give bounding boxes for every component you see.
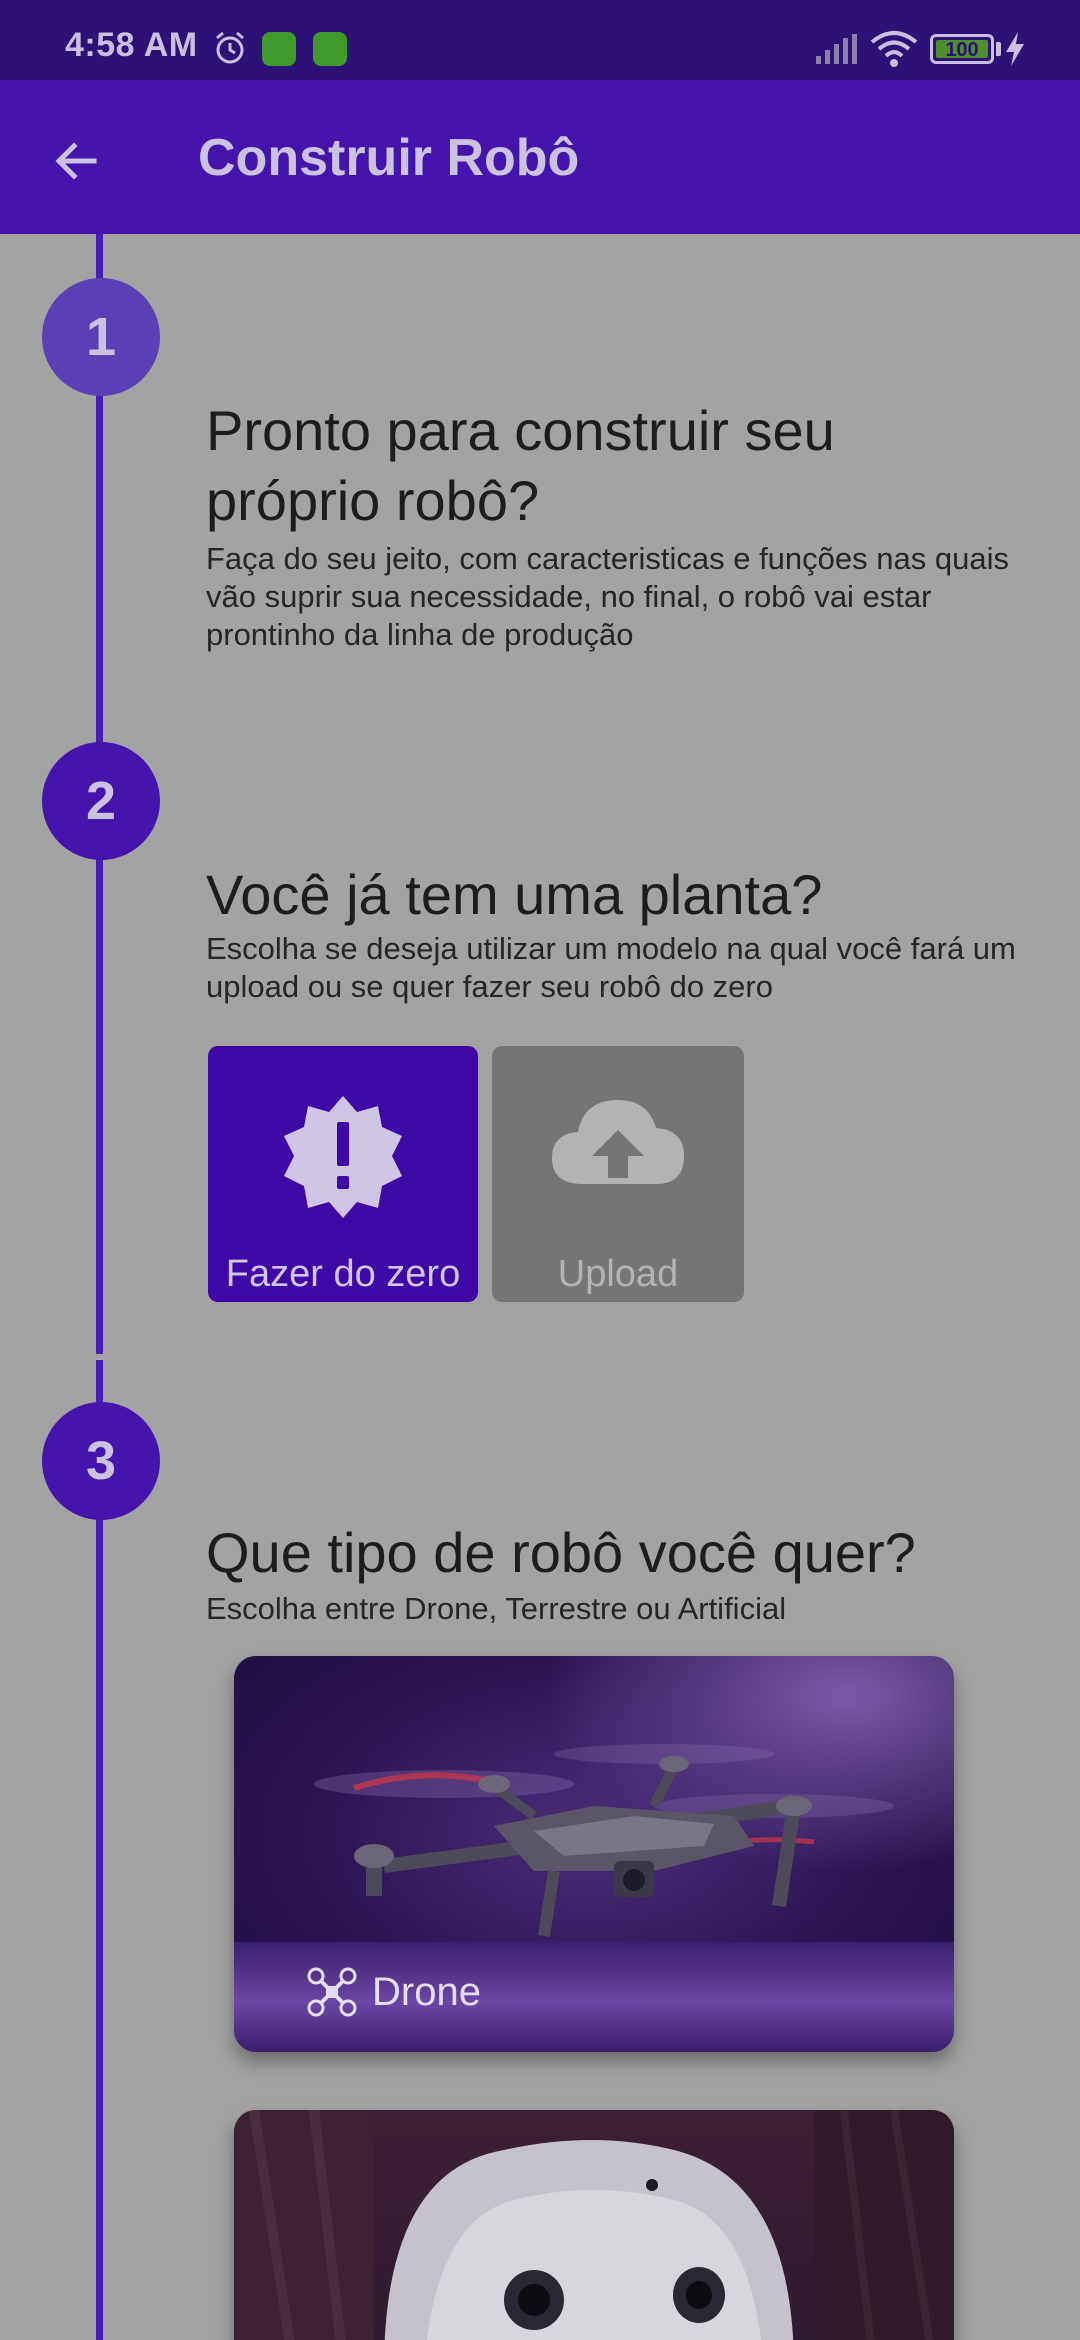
create-from-scratch-button[interactable]: Fazer do zero [208, 1046, 478, 1302]
step-1-description: Faça do seu jeito, com caracteristicas e… [206, 541, 1009, 652]
alarm-icon [216, 31, 244, 64]
battery-icon: 100 [930, 34, 994, 64]
step-2-description: Escolha se deseja utilizar um modelo na … [206, 931, 1016, 1004]
wifi-icon [870, 31, 918, 67]
upload-label: Upload [557, 1253, 679, 1295]
upload-button[interactable]: Upload [492, 1046, 744, 1302]
step-1-title: Pronto para construir seu próprio robô? [206, 396, 835, 536]
step-number: 1 [85, 307, 117, 367]
step-3-title: Que tipo de robô você quer? [206, 1521, 916, 1584]
step-2-title: Você já tem uma planta? [206, 863, 823, 926]
step-number: 3 [85, 1431, 117, 1491]
robot-type-card-drone[interactable]: Drone [234, 1656, 954, 2052]
step-number: 2 [85, 771, 117, 831]
step-1-title-line2: próprio robô? [206, 469, 540, 532]
back-button[interactable] [40, 125, 112, 197]
app-bar: Construir Robô [0, 80, 1080, 234]
step-indicator-3[interactable]: 3 [42, 1402, 160, 1520]
robot-type-card-artificial[interactable] [234, 2110, 954, 2340]
new-badge-icon [284, 1096, 402, 1218]
app-badge-icon [313, 32, 347, 66]
battery-level: 100 [945, 39, 979, 61]
drone-icon [307, 1967, 357, 2017]
charging-bolt-icon [1006, 32, 1024, 66]
step-3-description: Escolha entre Drone, Terrestre ou Artifi… [206, 1591, 787, 1626]
page-title: Construir Robô [198, 129, 580, 187]
drone-label-text: Drone [372, 1969, 481, 2014]
status-bar: 4:58 AM 100 [0, 0, 1080, 80]
status-time: 4:58 AM [65, 26, 198, 64]
step-indicator-1[interactable]: 1 [42, 278, 160, 396]
cloud-upload-icon [552, 1100, 684, 1184]
drone-card-label: Drone [306, 1966, 481, 2018]
battery-tip [996, 42, 1001, 56]
step-1-title-line1: Pronto para construir seu [206, 399, 835, 462]
signal-icon [816, 34, 857, 64]
drone-image [314, 1744, 894, 1937]
create-from-scratch-label: Fazer do zero [225, 1253, 461, 1295]
app-badge-icon [262, 32, 296, 66]
humanoid-robot-image [234, 2110, 954, 2340]
step-indicator-2[interactable]: 2 [42, 742, 160, 860]
arrow-back-icon [55, 142, 97, 180]
